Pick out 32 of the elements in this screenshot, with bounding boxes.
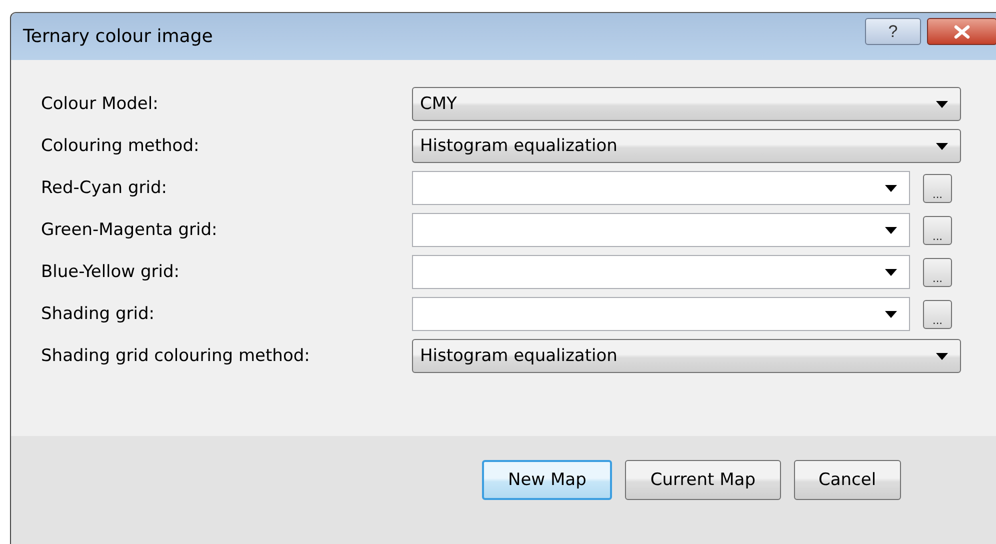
field-label: Shading grid colouring method:: [41, 346, 311, 366]
field-label: Colouring method:: [41, 136, 200, 156]
dropdown[interactable]: Histogram equalization: [412, 129, 961, 163]
dialog-button[interactable]: Cancel: [794, 460, 902, 500]
grid-dropdown[interactable]: [412, 255, 910, 289]
browse-button[interactable]: ...: [923, 300, 952, 328]
dropdown-arrow-icon: [885, 226, 897, 234]
field-label: Blue-Yellow grid:: [41, 262, 180, 282]
dropdown-arrow-icon: [936, 142, 948, 150]
dropdown-arrow-icon: [936, 100, 948, 108]
dropdown-arrow-icon: [885, 184, 897, 192]
dropdown-arrow-icon: [885, 310, 897, 318]
dialog-button[interactable]: New Map: [482, 460, 612, 500]
dropdown-arrow-icon: [936, 352, 948, 360]
field-label: Red-Cyan grid:: [41, 178, 168, 198]
browse-button[interactable]: ...: [923, 216, 952, 244]
close-button[interactable]: [927, 18, 996, 45]
dropdown[interactable]: CMY: [412, 87, 961, 121]
field-label: Green-Magenta grid:: [41, 220, 218, 240]
browse-button[interactable]: ...: [923, 258, 952, 286]
grid-dropdown[interactable]: [412, 297, 910, 331]
dropdown[interactable]: Histogram equalization: [412, 339, 961, 373]
field-label: Colour Model:: [41, 94, 160, 114]
help-button[interactable]: ?: [865, 18, 921, 45]
dropdown-arrow-icon: [885, 268, 897, 276]
grid-dropdown[interactable]: [412, 171, 910, 205]
dialog-button[interactable]: Current Map: [625, 460, 780, 500]
grid-dropdown[interactable]: [412, 213, 910, 247]
close-icon: [953, 24, 971, 38]
window-title: Ternary colour image: [22, 26, 213, 47]
browse-button[interactable]: ...: [923, 174, 952, 202]
field-label: Shading grid:: [41, 304, 156, 324]
